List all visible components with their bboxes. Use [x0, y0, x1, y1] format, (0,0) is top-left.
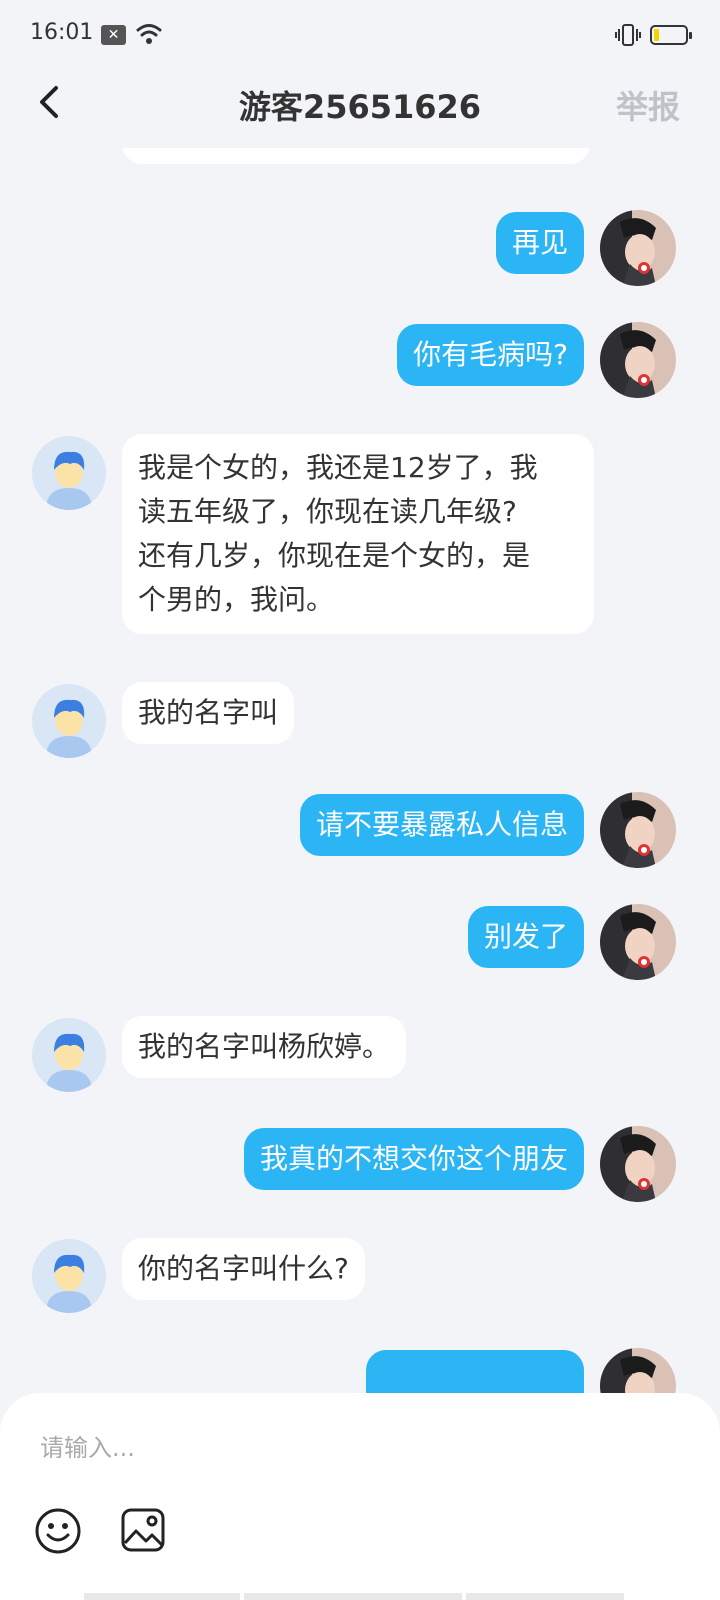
status-time: 16:01 [30, 20, 94, 45]
battery-icon [650, 25, 692, 45]
notification-icon: ✕ [101, 25, 126, 45]
message-incoming: 你的名字叫什么? [122, 1238, 365, 1300]
nav-hint-bar [244, 1593, 462, 1600]
message-outgoing: 别发了 [467, 906, 584, 968]
guest-avatar[interactable] [32, 1239, 106, 1313]
message-incoming: 我是个女的，我还是12岁了，我 读五年级了，你现在读几年级? 还有几岁，你现在是… [122, 434, 594, 634]
back-chevron-left-icon[interactable] [32, 80, 72, 124]
guest-avatar[interactable] [32, 436, 106, 510]
image-icon[interactable] [120, 1507, 166, 1553]
nav-hint-bar [466, 1593, 624, 1600]
user-avatar[interactable] [600, 1126, 676, 1202]
message-outgoing: 再见 [495, 212, 584, 274]
message-input[interactable] [40, 1423, 660, 1473]
chat-list[interactable]: 再见 你有毛病吗? 我是个女的，我还是12岁了，我 读五年级了，你现在读几年级?… [0, 148, 720, 1393]
message-outgoing: 我真的不想交你这个朋友 [243, 1128, 584, 1190]
chat-header: 游客25651626 举报 [0, 56, 720, 148]
user-avatar[interactable] [600, 1348, 676, 1393]
status-bar: 16:01 ✕ [0, 0, 720, 56]
wifi-icon [136, 24, 162, 44]
composer-panel [0, 1393, 720, 1600]
report-button[interactable]: 举报 [616, 82, 680, 128]
user-avatar[interactable] [600, 904, 676, 980]
message-outgoing [366, 1350, 584, 1393]
message-incoming [122, 148, 590, 164]
message-outgoing: 你有毛病吗? [397, 324, 584, 386]
user-avatar[interactable] [600, 322, 676, 398]
message-incoming: 我的名字叫 [122, 682, 295, 744]
message-incoming: 我的名字叫杨欣婷。 [122, 1016, 407, 1078]
page-title: 游客25651626 [238, 88, 482, 126]
guest-avatar[interactable] [32, 684, 106, 758]
nav-hint-bar [84, 1593, 240, 1600]
message-outgoing: 请不要暴露私人信息 [299, 794, 584, 856]
user-avatar[interactable] [600, 792, 676, 868]
smiley-icon[interactable] [34, 1507, 82, 1555]
user-avatar[interactable] [600, 210, 676, 286]
vibrate-icon [615, 24, 641, 46]
guest-avatar[interactable] [32, 1018, 106, 1092]
